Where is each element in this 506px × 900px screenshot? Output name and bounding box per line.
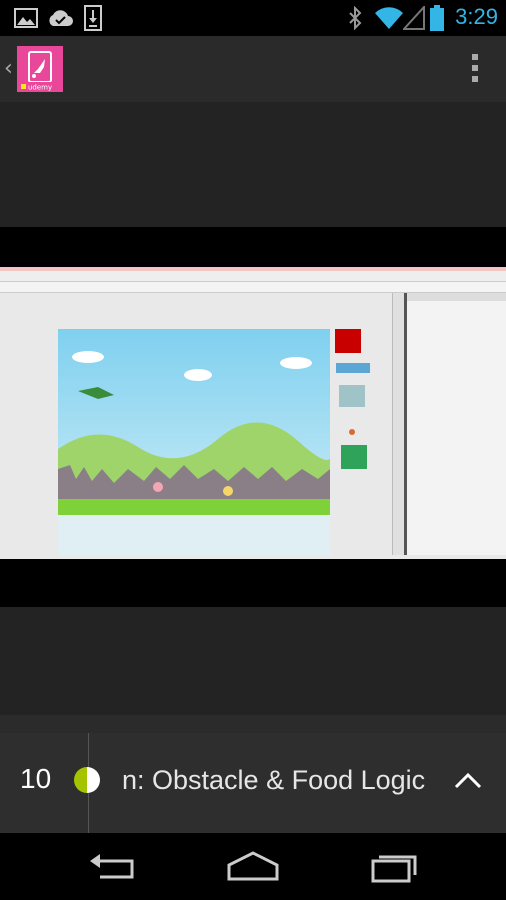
image-notification-icon bbox=[14, 8, 38, 28]
chevron-up-icon[interactable] bbox=[448, 761, 488, 801]
header-area bbox=[0, 102, 506, 227]
game-canvas bbox=[58, 329, 330, 515]
cloud-sync-icon bbox=[49, 10, 73, 26]
download-icon bbox=[84, 5, 102, 31]
up-caret-icon[interactable]: ‹ bbox=[4, 56, 13, 81]
divider bbox=[0, 715, 506, 733]
letterbox-bottom bbox=[0, 559, 506, 607]
battery-icon bbox=[430, 5, 444, 31]
letterbox-top bbox=[0, 227, 506, 267]
content-area bbox=[0, 607, 506, 715]
lecture-title: n: Obstacle & Food Logic bbox=[122, 765, 426, 795]
logo-text: udemy bbox=[28, 84, 52, 92]
video-player[interactable] bbox=[0, 267, 506, 559]
signal-icon bbox=[403, 6, 425, 30]
recents-icon[interactable] bbox=[370, 849, 420, 883]
back-icon[interactable] bbox=[88, 849, 138, 883]
app-logo[interactable]: udemy bbox=[17, 46, 63, 92]
status-bar: 3:29 bbox=[0, 0, 506, 36]
progress-indicator-icon bbox=[74, 767, 100, 793]
wifi-icon bbox=[375, 7, 403, 30]
home-icon[interactable] bbox=[226, 849, 280, 883]
lecture-bar[interactable]: 10 n: Obstacle & Food Logic bbox=[0, 733, 506, 833]
lecture-number: 10 bbox=[20, 763, 52, 794]
action-bar: ‹ udemy bbox=[0, 36, 506, 102]
clock: 3:29 bbox=[455, 4, 498, 29]
bluetooth-icon bbox=[349, 6, 362, 30]
rocket-logo-icon: udemy bbox=[19, 51, 61, 92]
overflow-menu-icon[interactable] bbox=[472, 54, 480, 86]
navigation-bar bbox=[0, 833, 506, 900]
